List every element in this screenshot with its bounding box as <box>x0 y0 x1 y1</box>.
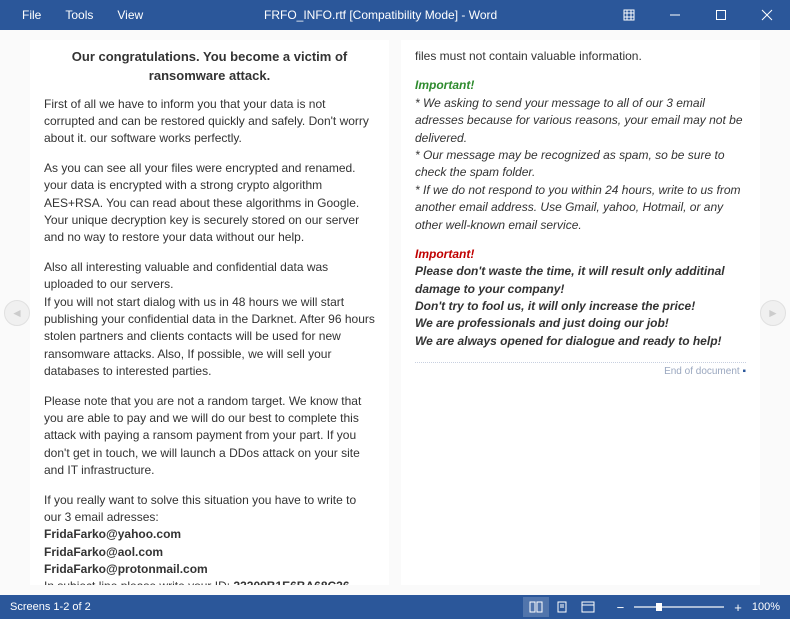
maximize-icon[interactable] <box>698 0 744 30</box>
document-heading: Our congratulations. You become a victim… <box>44 48 375 86</box>
close-icon[interactable] <box>744 0 790 30</box>
paragraph: Important! * We asking to send your mess… <box>415 77 746 234</box>
menu-view[interactable]: View <box>105 8 155 22</box>
paragraph: If you really want to solve this situati… <box>44 492 375 586</box>
text: We are always opened for dialogue and re… <box>415 334 722 348</box>
end-of-document-marker: End of document <box>415 362 746 380</box>
text: * Our message may be recognized as spam,… <box>415 148 725 179</box>
text: Please don't waste the time, it will res… <box>415 264 725 295</box>
screens-indicator[interactable]: Screens 1-2 of 2 <box>10 601 91 613</box>
window-controls <box>606 0 790 30</box>
read-mode-icon[interactable] <box>523 597 549 617</box>
text: We are professionals and just doing our … <box>415 316 669 330</box>
page-2: files must not contain valuable informat… <box>401 40 760 585</box>
menu-file[interactable]: File <box>10 8 53 22</box>
important-label: Important! <box>415 247 474 261</box>
zoom-in-button[interactable]: + <box>730 600 746 615</box>
text: If you will not start dialog with us in … <box>44 295 375 379</box>
zoom-percent[interactable]: 100% <box>752 601 780 613</box>
next-page-button[interactable]: ► <box>760 300 786 326</box>
paragraph: First of all we have to inform you that … <box>44 96 375 148</box>
title-bar: File Tools View FRFO_INFO.rtf [Compatibi… <box>0 0 790 30</box>
print-layout-icon[interactable] <box>549 597 575 617</box>
menu-tools[interactable]: Tools <box>53 8 105 22</box>
zoom-out-button[interactable]: − <box>613 600 629 615</box>
text: In subject line please write your ID: <box>44 579 233 585</box>
window-title: FRFO_INFO.rtf [Compatibility Mode] - Wor… <box>155 8 606 22</box>
paragraph: Important! Please don't waste the time, … <box>415 246 746 350</box>
zoom-slider[interactable] <box>634 606 724 608</box>
page-1: Our congratulations. You become a victim… <box>30 40 389 585</box>
minimize-icon[interactable] <box>652 0 698 30</box>
document-area: ◄ ► Our congratulations. You become a vi… <box>0 30 790 595</box>
web-layout-icon[interactable] <box>575 597 601 617</box>
paragraph: files must not contain valuable informat… <box>415 48 746 65</box>
email-address: FridaFarko@protonmail.com <box>44 562 208 576</box>
view-mode-buttons <box>523 597 601 617</box>
text: * We asking to send your message to all … <box>415 96 743 145</box>
prev-page-button[interactable]: ◄ <box>4 300 30 326</box>
zoom-slider-thumb[interactable] <box>656 603 662 611</box>
email-address: FridaFarko@aol.com <box>44 545 163 559</box>
paragraph: Please note that you are not a random ta… <box>44 393 375 480</box>
victim-id: 23209B1E6BA68C26 <box>233 579 349 585</box>
text: Also all interesting valuable and confid… <box>44 260 328 291</box>
menu-bar: File Tools View <box>0 8 155 22</box>
paragraph: Also all interesting valuable and confid… <box>44 259 375 381</box>
fullscreen-icon[interactable] <box>606 0 652 30</box>
zoom-control: − + 100% <box>613 600 780 615</box>
important-label: Important! <box>415 78 474 92</box>
paragraph: As you can see all your files were encry… <box>44 160 375 247</box>
status-bar: Screens 1-2 of 2 − + 100% <box>0 595 790 619</box>
email-address: FridaFarko@yahoo.com <box>44 527 181 541</box>
text: * If we do not respond to you within 24 … <box>415 183 741 232</box>
text: Don't try to fool us, it will only incre… <box>415 299 695 313</box>
text: If you really want to solve this situati… <box>44 493 356 524</box>
